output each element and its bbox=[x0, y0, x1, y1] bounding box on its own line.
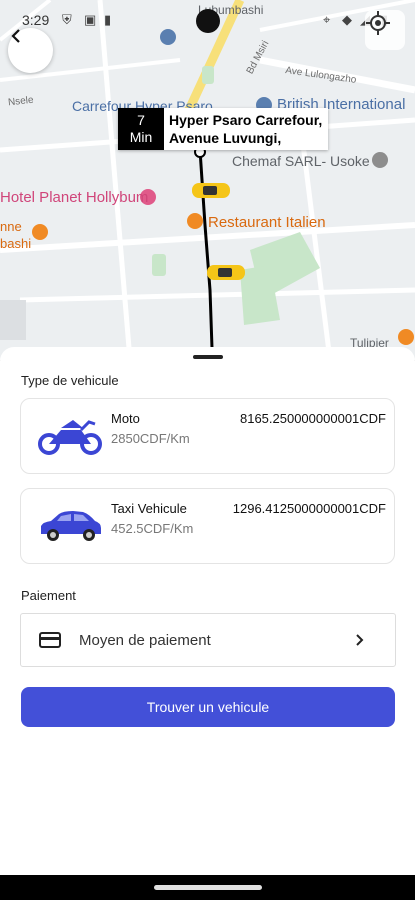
vehicle-type-title: Type de vehicule bbox=[21, 373, 119, 388]
sheet-drag-handle[interactable] bbox=[193, 355, 223, 359]
shield-icon: ⛨ bbox=[62, 12, 72, 27]
wifi-icon: ◆ bbox=[342, 12, 352, 27]
map-label-chemaf: Chemaf SARL- Usoke bbox=[232, 153, 370, 169]
route-line bbox=[198, 149, 214, 349]
taxi-marker-1 bbox=[192, 183, 230, 198]
vehicle-name: Taxi Vehicule bbox=[111, 501, 187, 516]
motorcycle-icon bbox=[38, 420, 102, 455]
map-label-bashi: bashi bbox=[0, 236, 32, 251]
eta-address-line1: Hyper Psaro Carrefour, bbox=[169, 112, 323, 128]
vehicle-price: 1296.4125000000001CDF bbox=[232, 501, 386, 516]
eta-address-line2: Avenue Luvungi, bbox=[169, 130, 282, 146]
eta-minutes: 7 bbox=[137, 112, 145, 128]
camera-cutout bbox=[196, 9, 220, 33]
vehicle-price: 8165.250000000001CDF bbox=[239, 411, 386, 426]
map-view[interactable]: Lubumbashi Carrefour Hyper Psaro British… bbox=[0, 0, 415, 360]
car-icon bbox=[41, 511, 101, 541]
location-icon: ⌖ bbox=[323, 12, 331, 27]
vehicle-option-moto[interactable]: Moto 2850CDF/Km 8165.250000000001CDF bbox=[20, 398, 395, 474]
payment-title: Paiement bbox=[21, 588, 76, 603]
chevron-right-icon bbox=[356, 634, 364, 646]
map-label-hotel: Hotel Planet Hollybum bbox=[0, 189, 149, 206]
crosshair-icon bbox=[366, 11, 390, 35]
restaurant-pin bbox=[187, 213, 203, 229]
map-label-restaurant: Restaurant Italien bbox=[208, 214, 326, 231]
map-label-nne: nne bbox=[0, 219, 22, 234]
vehicle-rate: 452.5CDF/Km bbox=[111, 521, 194, 536]
chemaf-pin bbox=[372, 152, 388, 168]
eta-bubble: 7 Min Hyper Psaro Carrefour, Avenue Luvu… bbox=[118, 108, 329, 150]
a-icon: ▣ bbox=[84, 12, 97, 27]
back-arrow-icon bbox=[11, 29, 20, 43]
status-time: 3:29 bbox=[22, 12, 50, 28]
bottom-sheet: Type de vehicule Moto 2850CDF/Km 8165.25… bbox=[0, 347, 415, 875]
my-location-button[interactable] bbox=[365, 10, 405, 50]
map-graphics bbox=[0, 0, 415, 360]
eta-unit: Min bbox=[129, 129, 153, 145]
back-button[interactable] bbox=[8, 28, 53, 73]
vehicle-option-taxi[interactable]: Taxi Vehicule 452.5CDF/Km 1296.412500000… bbox=[20, 488, 395, 564]
taxi-marker-2 bbox=[207, 265, 245, 280]
credit-card-icon bbox=[39, 632, 61, 648]
payment-method-selector[interactable]: Moyen de paiement bbox=[20, 613, 396, 667]
home-gesture-pill[interactable] bbox=[154, 885, 262, 890]
eta-time-box: 7 Min bbox=[118, 108, 164, 150]
payment-method-label: Moyen de paiement bbox=[79, 631, 211, 649]
system-nav-bar bbox=[0, 875, 415, 900]
vehicle-rate: 2850CDF/Km bbox=[111, 431, 190, 446]
vehicle-name: Moto bbox=[111, 411, 140, 426]
find-vehicle-button[interactable]: Trouver un vehicule bbox=[21, 687, 395, 727]
sd-card-icon: ▮ bbox=[104, 12, 112, 27]
eta-address: Hyper Psaro Carrefour, Avenue Luvungi, bbox=[164, 108, 328, 150]
